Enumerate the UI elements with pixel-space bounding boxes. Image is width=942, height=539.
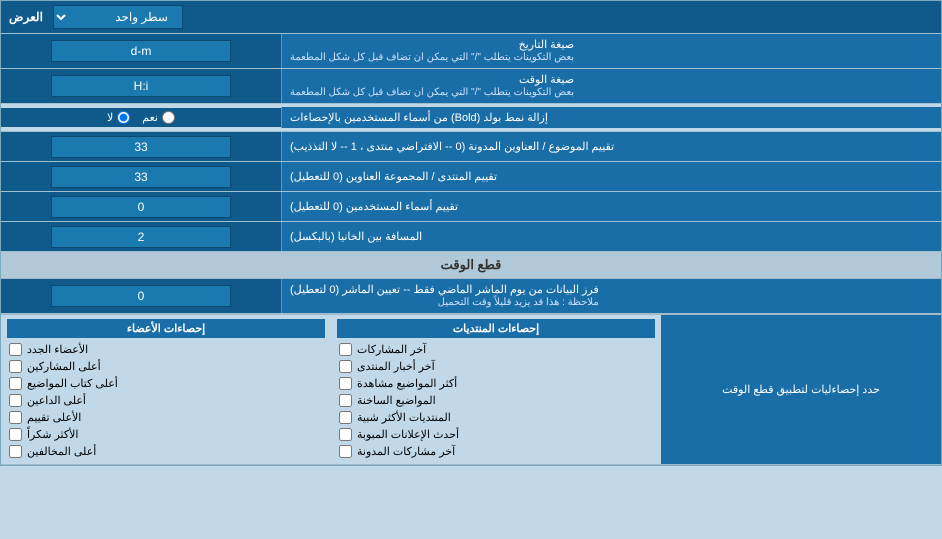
list-item: المنتديات الأكثر شبية: [337, 409, 655, 426]
radio-no[interactable]: [117, 111, 130, 124]
cell-gap-label: المسافة بين الخانيا (بالبكسل): [281, 222, 941, 251]
bold-remove-radio-area: نعم لا: [1, 108, 281, 127]
users-order-input-wrap: [1, 192, 281, 221]
radio-yes-label[interactable]: نعم: [142, 111, 175, 124]
checkbox-forums-3[interactable]: [339, 394, 352, 407]
date-format-label: صيغة التاريخ بعض التكوينات يتطلب "/" الت…: [281, 34, 941, 68]
stats-col-forums: إحصاءات المنتديات آخر المشاركات آخر أخبا…: [331, 315, 661, 464]
display-row: سطر واحدسطرينثلاثة أسطر العرض: [1, 1, 941, 34]
topic-order-input-wrap: [1, 132, 281, 161]
list-item: أكثر المواضيع مشاهدة: [337, 375, 655, 392]
stats-limit-label: حدد إحصاءليات لتطبيق قطع الوقت: [661, 315, 941, 464]
checkbox-forums-1[interactable]: [339, 360, 352, 373]
users-order-input[interactable]: [51, 196, 231, 218]
checkbox-forums-4[interactable]: [339, 411, 352, 424]
checkbox-members-2[interactable]: [9, 377, 22, 390]
cutoff-days-row: فرز البيانات من يوم الماشر الماضي فقط --…: [1, 279, 941, 314]
list-item: أعلى الداعين: [7, 392, 325, 409]
checkbox-members-5[interactable]: [9, 428, 22, 441]
list-item: الأعلى تقييم: [7, 409, 325, 426]
checkbox-members-0[interactable]: [9, 343, 22, 356]
users-order-row: تقييم أسماء المستخدمين (0 للتعطيل): [1, 192, 941, 222]
list-item: آخر المشاركات: [337, 341, 655, 358]
stats-col-members-header: إحصاءات الأعضاء: [7, 319, 325, 338]
cell-gap-input[interactable]: [51, 226, 231, 248]
forum-order-row: تقييم المنتدى / المجموعة العناوين (0 للت…: [1, 162, 941, 192]
stats-col-members: إحصاءات الأعضاء الأعضاء الجدد أعلى المشا…: [1, 315, 331, 464]
list-item: آخر مشاركات المدونة: [337, 443, 655, 460]
cutoff-section-header: قطع الوقت: [1, 252, 941, 279]
cutoff-days-label: فرز البيانات من يوم الماشر الماضي فقط --…: [281, 279, 941, 313]
forum-order-label: تقييم المنتدى / المجموعة العناوين (0 للت…: [281, 162, 941, 191]
list-item: أعلى المخالفين: [7, 443, 325, 460]
stats-cols-wrapper: إحصاءات المنتديات آخر المشاركات آخر أخبا…: [1, 315, 661, 464]
radio-yes[interactable]: [162, 111, 175, 124]
topic-order-row: تقييم الموضوع / العناوين المدونة (0 -- ا…: [1, 132, 941, 162]
checkbox-members-1[interactable]: [9, 360, 22, 373]
list-item: الأكثر شكراً: [7, 426, 325, 443]
cell-gap-input-wrap: [1, 222, 281, 251]
time-format-label: صيغة الوقت بعض التكوينات يتطلب "/" التي …: [281, 69, 941, 103]
checkbox-forums-2[interactable]: [339, 377, 352, 390]
topic-order-input[interactable]: [51, 136, 231, 158]
cutoff-days-input[interactable]: [51, 285, 231, 307]
forum-order-input[interactable]: [51, 166, 231, 188]
checkbox-forums-5[interactable]: [339, 428, 352, 441]
forum-order-input-wrap: [1, 162, 281, 191]
checkbox-forums-0[interactable]: [339, 343, 352, 356]
cutoff-days-input-wrap: [1, 279, 281, 313]
list-item: أعلى المشاركين: [7, 358, 325, 375]
list-item: الأعضاء الجدد: [7, 341, 325, 358]
cell-gap-row: المسافة بين الخانيا (بالبكسل): [1, 222, 941, 252]
users-order-label: تقييم أسماء المستخدمين (0 للتعطيل): [281, 192, 941, 221]
bold-remove-label: إزالة نمط بولد (Bold) من أسماء المستخدمي…: [281, 107, 941, 128]
checkbox-members-4[interactable]: [9, 411, 22, 424]
topic-order-label: تقييم الموضوع / العناوين المدونة (0 -- ا…: [281, 132, 941, 161]
stats-row: حدد إحصاءليات لتطبيق قطع الوقت إحصاءات ا…: [1, 314, 941, 465]
time-format-input[interactable]: [51, 75, 231, 97]
stats-col-forums-header: إحصاءات المنتديات: [337, 319, 655, 338]
display-label: العرض: [9, 10, 43, 24]
checkbox-members-3[interactable]: [9, 394, 22, 407]
checkbox-forums-6[interactable]: [339, 445, 352, 458]
date-format-row: صيغة التاريخ بعض التكوينات يتطلب "/" الت…: [1, 34, 941, 69]
checkbox-members-6[interactable]: [9, 445, 22, 458]
list-item: آخر أخبار المنتدى: [337, 358, 655, 375]
bold-remove-row: إزالة نمط بولد (Bold) من أسماء المستخدمي…: [1, 104, 941, 132]
time-format-input-wrap: [1, 69, 281, 103]
list-item: المواضيع الساخنة: [337, 392, 655, 409]
list-item: أحدث الإعلانات المبوبة: [337, 426, 655, 443]
radio-no-label[interactable]: لا: [107, 111, 130, 124]
date-format-input-wrap: [1, 34, 281, 68]
display-select[interactable]: سطر واحدسطرينثلاثة أسطر: [53, 5, 183, 29]
date-format-input[interactable]: [51, 40, 231, 62]
time-format-row: صيغة الوقت بعض التكوينات يتطلب "/" التي …: [1, 69, 941, 104]
list-item: أعلى كتاب المواضيع: [7, 375, 325, 392]
main-container: سطر واحدسطرينثلاثة أسطر العرض صيغة التار…: [0, 0, 942, 466]
